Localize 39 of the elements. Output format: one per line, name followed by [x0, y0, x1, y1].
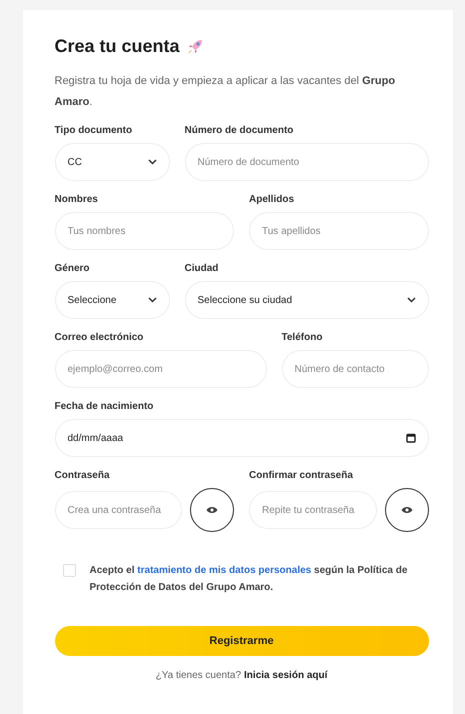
field-label: Género — [54, 263, 91, 274]
field-label: Apellidos — [249, 194, 296, 205]
show-password-button[interactable] — [384, 488, 428, 532]
eye-icon — [400, 506, 412, 514]
calendar-icon — [406, 433, 416, 443]
login-prompt: ¿Ya tienes cuenta? — [156, 670, 242, 681]
field-label: Contraseña — [54, 470, 111, 481]
field-label: Número de documento — [184, 125, 294, 136]
field-label: Ciudad — [184, 263, 220, 274]
select-field[interactable]: Seleccione su ciudad — [184, 281, 428, 319]
chevron-down-icon — [406, 297, 416, 303]
password-field[interactable]: Repite tu contraseña — [249, 491, 376, 529]
input-field[interactable]: Tus apellidos — [249, 212, 428, 250]
password-field[interactable]: Crea una contraseña — [54, 491, 182, 529]
field-label: Correo electrónico — [54, 332, 144, 343]
field-label: Confirmar contraseña — [249, 470, 354, 481]
date-field[interactable]: dd/mm/aaaa — [54, 419, 428, 457]
select-field[interactable]: Seleccione — [54, 281, 170, 319]
login-link[interactable]: Inicia sesión aquí — [244, 670, 328, 681]
input-field[interactable]: Número de contacto — [282, 350, 428, 388]
field-label: Nombres — [54, 194, 99, 205]
register-button[interactable]: Registrarme — [54, 626, 428, 656]
form-title: Crea tu cuenta — [54, 36, 180, 57]
input-field[interactable]: Tus nombres — [54, 212, 234, 250]
input-field[interactable]: Número de documento — [184, 143, 428, 181]
rocket-icon — [186, 38, 204, 56]
intro-text: Registra tu hoja de vida y empieza a aplicar a las vacantes del Grupo Amaro. — [54, 74, 396, 110]
field-label: Teléfono — [282, 332, 324, 343]
show-password-button[interactable] — [190, 488, 234, 532]
field-label: Tipo documento — [54, 125, 134, 136]
eye-icon — [206, 506, 218, 514]
privacy-link[interactable]: tratamiento de mis datos personales — [137, 565, 312, 576]
chevron-down-icon — [148, 297, 156, 303]
consent-checkbox[interactable] — [62, 564, 76, 577]
select-field[interactable]: CC — [54, 143, 170, 181]
chevron-down-icon — [148, 159, 156, 165]
field-label: Fecha de nacimiento — [54, 401, 154, 412]
input-field[interactable]: ejemplo@correo.com — [54, 350, 266, 388]
consent-text: Acepto el tratamiento de mis datos personales según la Política de Protección de Datos del Grupo Amaro. — [90, 564, 408, 595]
